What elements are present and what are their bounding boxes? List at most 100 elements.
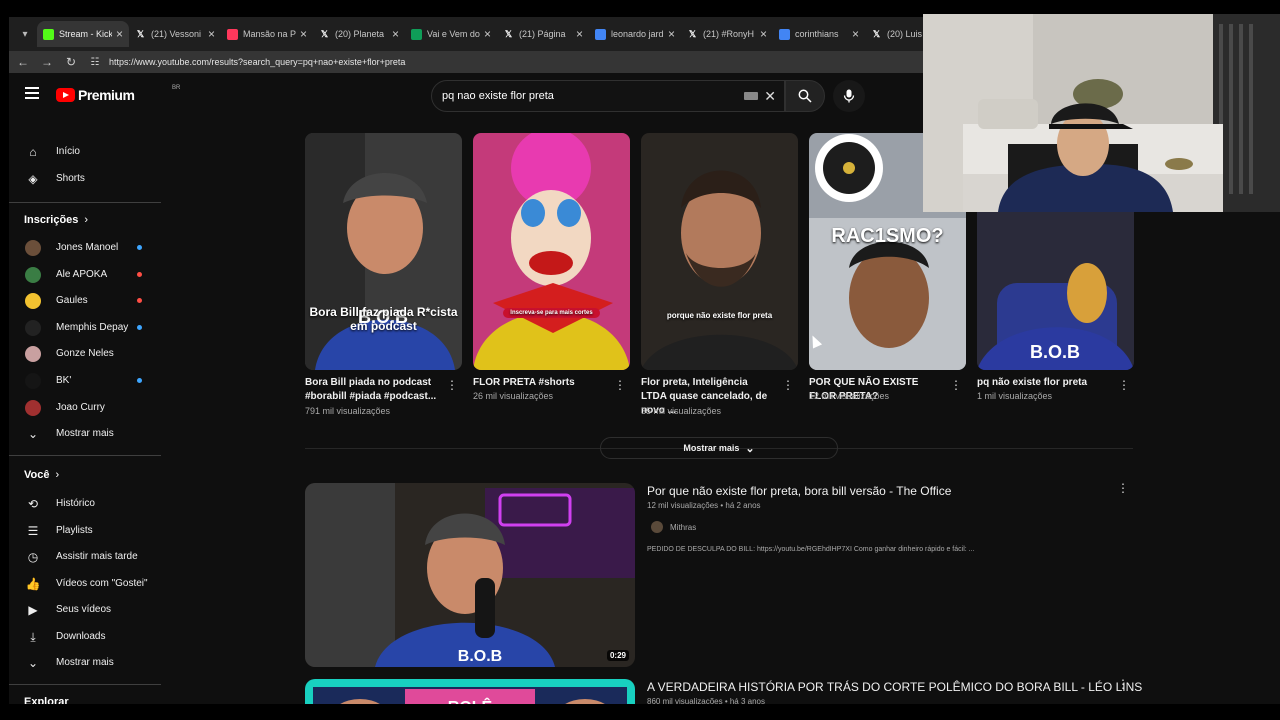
- chevron-down-icon: ⌄: [745, 442, 755, 455]
- channel-avatar: [25, 373, 41, 389]
- reload-button[interactable]: ↻: [59, 55, 83, 69]
- video-metadata: 12 mil visualizações • há 2 anos: [647, 501, 761, 510]
- close-tab-icon[interactable]: ×: [760, 27, 767, 41]
- channel-name[interactable]: Mithras: [670, 523, 696, 532]
- chevron-down-icon: ▾: [22, 28, 28, 40]
- more-actions-icon[interactable]: ⋮: [950, 378, 962, 392]
- x-icon: 𝕏: [688, 28, 697, 39]
- browser-tab[interactable]: 𝕏 (20) Planeta ×: [313, 21, 405, 47]
- you-heading[interactable]: Você ›: [24, 469, 59, 481]
- sidebar-item[interactable]: ◷ Assistir mais tarde: [9, 544, 161, 570]
- video-channel[interactable]: Mithras: [651, 521, 696, 533]
- sidebar-item[interactable]: Joao Curry: [9, 395, 161, 421]
- sidebar-item[interactable]: Jones Manoel: [9, 235, 161, 261]
- show-more-shorts-button[interactable]: Mostrar mais ⌄: [600, 437, 838, 459]
- short-thumbnail[interactable]: B.O.B Bora Bill faz piada R*cista em podc…: [305, 133, 462, 370]
- channel-avatar[interactable]: [651, 521, 663, 533]
- more-actions-icon[interactable]: ⋮: [1117, 481, 1129, 495]
- sidebar-item[interactable]: Memphis Depay: [9, 315, 161, 341]
- svg-text:B.O.B: B.O.B: [458, 648, 502, 665]
- search-icon: [798, 89, 812, 103]
- browser-tab[interactable]: 𝕏 (21) Página ×: [497, 21, 589, 47]
- menu-icon[interactable]: [25, 87, 39, 99]
- browser-tab[interactable]: Stream - Kick ×: [37, 21, 129, 47]
- short-views: 35 mil visualizações: [641, 406, 722, 416]
- tab-title: leonardo jardim: [611, 29, 664, 39]
- close-tab-icon[interactable]: ×: [484, 27, 491, 41]
- explore-heading[interactable]: Explorar: [24, 696, 69, 704]
- sidebar-item[interactable]: ◈ Shorts: [9, 166, 161, 192]
- download-icon: ⤓: [30, 629, 36, 644]
- search-button[interactable]: [785, 80, 825, 112]
- logo-text: Premium: [78, 87, 135, 103]
- close-tab-icon[interactable]: ×: [208, 27, 215, 41]
- live-indicator-icon: [137, 271, 142, 277]
- sidebar-item[interactable]: 👍 Vídeos com "Gostei": [9, 571, 161, 597]
- sidebar-item[interactable]: ⤓ Downloads: [9, 624, 161, 650]
- more-actions-icon[interactable]: ⋮: [614, 378, 626, 392]
- sidebar-item[interactable]: ☰ Playlists: [9, 518, 161, 544]
- sidebar-item[interactable]: ⌂ Início: [9, 139, 161, 165]
- sidebar-item[interactable]: Ale APOKA: [9, 262, 161, 288]
- sidebar-item[interactable]: BK': [9, 368, 161, 394]
- search-input[interactable]: pq nao existe flor preta: [442, 90, 744, 102]
- short-thumbnail[interactable]: porque não existe flor preta: [641, 133, 798, 370]
- browser-tab[interactable]: corinthians ×: [773, 21, 865, 47]
- sidebar-item-label: Jones Manoel: [56, 242, 119, 253]
- back-button[interactable]: ←: [11, 55, 35, 69]
- explore-heading-label: Explorar: [24, 696, 69, 704]
- tab-title: (21) #RonyH: [703, 29, 755, 39]
- sidebar-item[interactable]: ▶ Seus vídeos: [9, 597, 161, 623]
- keyboard-icon[interactable]: [744, 92, 759, 100]
- short-views: 26 mil visualizações: [473, 391, 554, 401]
- short-card[interactable]: Inscreva-se para mais cortes FLOR PRETA #…: [473, 133, 630, 401]
- sidebar-item-label: Início: [56, 146, 80, 157]
- url-field[interactable]: https://www.youtube.com/results?search_q…: [109, 57, 405, 67]
- x-icon: 𝕏: [136, 28, 145, 39]
- short-title[interactable]: Bora Bill piada no podcast #borabill #pi…: [305, 376, 439, 404]
- short-title[interactable]: FLOR PRETA #shorts: [473, 376, 607, 390]
- video-title[interactable]: Por que não existe flor preta, bora bill…: [647, 484, 951, 498]
- browser-tab[interactable]: Mansão na Praia ×: [221, 21, 313, 47]
- site-settings-icon[interactable]: ☷: [87, 57, 103, 68]
- close-tab-icon[interactable]: ×: [392, 27, 399, 41]
- more-actions-icon[interactable]: ⋮: [1118, 378, 1130, 392]
- video-thumbnail-caption: ROLÊ: [420, 699, 520, 704]
- short-card[interactable]: porque não existe flor preta Flor preta, …: [641, 133, 798, 416]
- sidebar-item[interactable]: Gaules: [9, 288, 161, 314]
- sidebar-item[interactable]: ⌄ Mostrar mais: [9, 421, 161, 447]
- subscriptions-heading[interactable]: Inscrições ›: [24, 214, 88, 226]
- youtube-logo[interactable]: Premium BR: [56, 85, 180, 103]
- close-tab-icon[interactable]: ×: [668, 27, 675, 41]
- voice-search-button[interactable]: [833, 80, 865, 112]
- browser-tab[interactable]: 𝕏 (21) Vessoni ×: [129, 21, 221, 47]
- browser-tab[interactable]: Vai e Vem do ×: [405, 21, 497, 47]
- short-title[interactable]: pq não existe flor preta: [977, 376, 1111, 390]
- sidebar-item[interactable]: ⟲ Histórico: [9, 491, 161, 517]
- search-box[interactable]: pq nao existe flor preta ✕: [431, 80, 785, 112]
- close-tab-icon[interactable]: ×: [852, 27, 859, 41]
- short-card[interactable]: B.O.B Bora Bill faz piada R*cista em podc…: [305, 133, 462, 416]
- sidebar-item-label: Mostrar mais: [56, 428, 114, 439]
- video-title[interactable]: A VERDADEIRA HISTÓRIA POR TRÁS DO CORTE …: [647, 680, 1142, 694]
- clear-search-icon[interactable]: ✕: [764, 88, 776, 105]
- video-metadata: 860 mil visualizações • há 3 anos: [647, 697, 765, 704]
- sidebar-item[interactable]: ⌄ Mostrar mais: [9, 650, 161, 676]
- forward-button[interactable]: →: [35, 55, 59, 69]
- browser-tab[interactable]: 𝕏 (21) #RonyH ×: [681, 21, 773, 47]
- video-thumbnail[interactable]: B.O.B 0:29: [305, 483, 635, 667]
- close-tab-icon[interactable]: ×: [116, 27, 123, 41]
- more-actions-icon[interactable]: ⋮: [1117, 677, 1129, 691]
- browser-tab[interactable]: leonardo jardim ×: [589, 21, 681, 47]
- channel-avatar: [25, 346, 41, 363]
- sidebar-item[interactable]: Gonze Neles: [9, 341, 161, 367]
- more-actions-icon[interactable]: ⋮: [446, 378, 458, 392]
- sidebar-divider: [9, 202, 161, 203]
- video-thumbnail[interactable]: ROLÊ: [305, 679, 635, 704]
- more-actions-icon[interactable]: ⋮: [782, 378, 794, 392]
- short-thumbnail[interactable]: Inscreva-se para mais cortes: [473, 133, 630, 370]
- close-tab-icon[interactable]: ×: [300, 27, 307, 41]
- close-tab-icon[interactable]: ×: [576, 27, 583, 41]
- tab-search-button[interactable]: ▾: [13, 22, 37, 46]
- tab-title: Stream - Kick: [59, 29, 112, 39]
